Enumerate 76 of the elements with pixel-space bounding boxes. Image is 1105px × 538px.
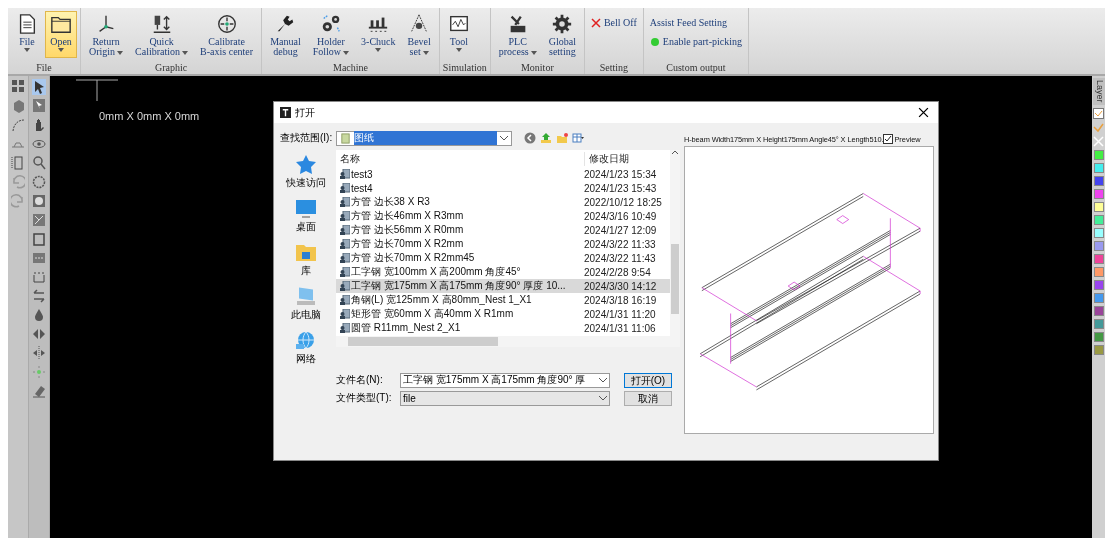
file-row[interactable]: 圆管 R11mm_Nest 2_X1 2024/1/31 11:06 (336, 321, 670, 335)
column-header[interactable]: 名称 (336, 151, 585, 166)
ribbon-button[interactable]: Bevel set (402, 11, 436, 58)
sidebar-item[interactable]: 网络 (295, 330, 317, 366)
ribbon-button[interactable]: File (11, 11, 43, 58)
file-name: 方管 边长38 X R3 (351, 195, 430, 209)
dimensions-label: 0mm X 0mm X 0mm (99, 110, 200, 122)
file-name: 方管 边长56mm X R0mm (351, 223, 464, 237)
group-label: Graphic (153, 61, 189, 74)
file-name: 矩形管 宽60mm X 高40mm X R1mm (351, 307, 514, 321)
file-name: test4 (351, 182, 373, 194)
modified-date: 2024/3/22 11:43 (583, 252, 656, 264)
file-row[interactable]: 方管 边长46mm X R3mm 2024/3/16 10:49 (336, 209, 670, 223)
file-row[interactable]: test4 2024/1/23 15:43 (336, 181, 670, 195)
modified-date: 2022/10/12 18:25 (583, 196, 662, 208)
file-name: 圆管 R11mm_Nest 2_X1 (351, 321, 461, 335)
file-name: test3 (351, 168, 373, 180)
file-row[interactable]: test3 2024/1/23 15:34 (336, 167, 670, 181)
ribbon-button[interactable]: 3-Chuck (356, 11, 401, 58)
file-type-dropdown[interactable]: file (400, 390, 610, 406)
ribbon-button[interactable]: Assist Feed Setting (646, 15, 745, 30)
modified-date: 2024/2/28 9:54 (583, 266, 651, 278)
ribbon-button[interactable]: Calibrate B-axis center (195, 11, 259, 58)
dialog-title: 打开 (295, 105, 316, 120)
column-header[interactable]: 修改日期 (585, 151, 629, 166)
look-in-dropdown[interactable]: 图纸 (336, 130, 513, 146)
file-row[interactable]: 角钢(L) 宽125mm X 高80mm_Nest 1_X1 2024/3/18 16:19 (336, 293, 670, 307)
ribbon-button[interactable]: PLC process (493, 11, 542, 58)
file-row[interactable]: 矩形管 宽60mm X 高40mm X R1mm 2024/1/31 11:20 (336, 307, 670, 321)
file-row[interactable]: 方管 边长70mm X R2mm 2024/3/22 11:33 (336, 237, 670, 251)
modified-date: 2024/3/30 14:12 (583, 280, 657, 292)
file-name: 方管 边长70mm X R2mm45 (351, 251, 475, 265)
file-name: 工字钢 宽100mm X 高200mm 角度45° (351, 265, 521, 279)
modified-date: 2024/1/23 15:43 (583, 182, 657, 194)
group-label: Monitor (519, 61, 555, 74)
file-name: 工字钢 宽175mm X 高175mm 角度90° 厚度 10... (351, 279, 566, 293)
file-name: 方管 边长46mm X R3mm (351, 209, 464, 223)
file-row[interactable]: 方管 边长56mm X R0mm 2024/1/27 12:09 (336, 223, 670, 237)
modified-date: 2024/1/31 11:20 (583, 308, 656, 320)
modified-date: 2024/3/18 16:19 (583, 294, 657, 306)
group-label: Simulation (442, 61, 487, 74)
look-in-label: 查找范围(I): (280, 131, 333, 145)
file-row[interactable]: 方管 边长38 X R3 2022/10/12 18:25 (336, 195, 670, 209)
ribbon-button[interactable]: Tool (442, 11, 475, 58)
modified-date: 2024/3/16 10:49 (583, 210, 657, 222)
ribbon-button[interactable]: Bell Off (587, 15, 640, 30)
modified-date: 2024/1/27 12:09 (583, 224, 657, 236)
sidebar-item[interactable]: 库 (295, 242, 317, 278)
sidebar-item[interactable]: 桌面 (295, 198, 317, 234)
ribbon-button[interactable]: Quick Calibration (130, 11, 194, 58)
modified-date: 2024/1/31 11:06 (583, 322, 656, 334)
file-name: 方管 边长70mm X R2mm (351, 237, 464, 251)
modified-date: 2024/3/22 11:33 (583, 238, 656, 250)
file-row[interactable]: 工字钢 宽100mm X 高200mm 角度45° 2024/2/28 9:54 (336, 265, 670, 279)
file-row[interactable]: 工字钢 宽175mm X 高175mm 角度90° 厚度 10... 2024/3/30 14:12 (336, 279, 670, 293)
group-label: Setting (598, 61, 630, 74)
field-label: 文件类型(T): (336, 391, 393, 405)
layer-tab[interactable]: Layer (1092, 78, 1105, 105)
ribbon-button[interactable]: Manual debug (265, 11, 306, 58)
file-row[interactable]: 方管 边长70mm X R2mm45 2024/3/22 11:43 (336, 251, 670, 265)
ribbon-button[interactable]: Holder Follow (307, 11, 355, 58)
dialog-button[interactable]: 打开(O) (624, 372, 672, 388)
group-label: Machine (332, 61, 369, 74)
modified-date: 2024/1/23 15:34 (583, 168, 657, 180)
file-name-field[interactable]: 工字钢 宽175mm X 高175mm 角度90° 厚 (400, 372, 610, 388)
group-label: File (35, 61, 53, 74)
field-label: 文件名(N): (336, 373, 384, 387)
ribbon-button[interactable]: Enable part-picking (646, 34, 745, 49)
sidebar-item[interactable]: 快速访问 (286, 154, 326, 190)
sidebar-item[interactable]: 此电脑 (291, 286, 321, 322)
group-label: Custom output (665, 61, 727, 74)
ribbon-button[interactable]: Return Origin (84, 11, 129, 58)
ribbon-button[interactable]: Open (45, 11, 77, 58)
dialog-button[interactable]: 取消 (624, 390, 672, 406)
ribbon-button[interactable]: Global setting (543, 11, 581, 58)
file-name: 角钢(L) 宽125mm X 高80mm_Nest 1_X1 (351, 293, 532, 307)
